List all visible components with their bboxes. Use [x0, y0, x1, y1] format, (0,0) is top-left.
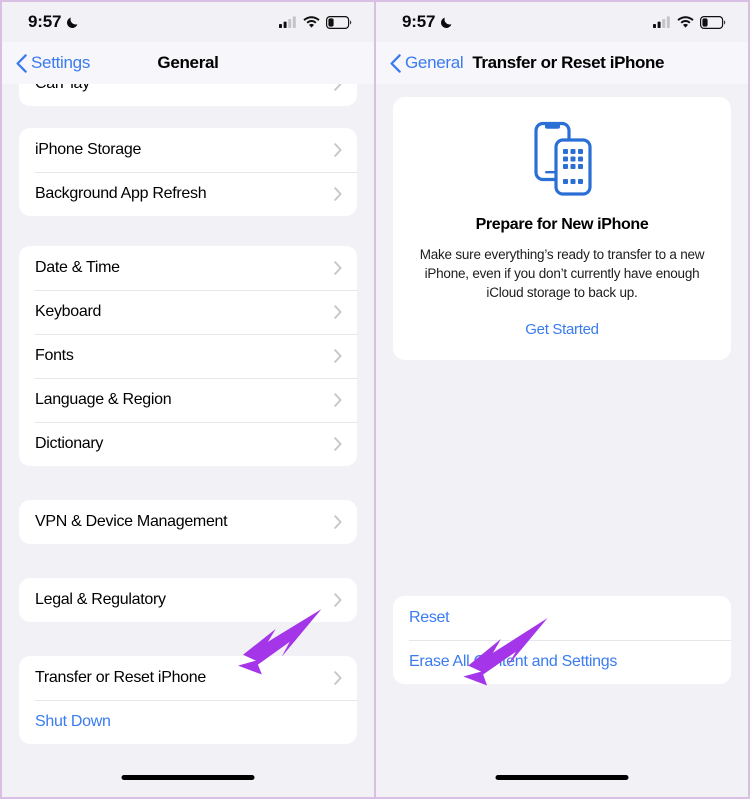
- list-item-label: Fonts: [35, 347, 74, 364]
- chevron-left-icon: [16, 53, 27, 73]
- storage-group: iPhone Storage Background App Refresh: [19, 128, 357, 216]
- list-item-label: Erase All Content and Settings: [409, 653, 618, 670]
- battery-low-icon: [326, 15, 352, 29]
- reset-group: Transfer or Reset iPhone Shut Down: [19, 656, 357, 744]
- chevron-right-icon: [334, 261, 342, 275]
- chevron-right-icon: [334, 593, 342, 607]
- chevron-right-icon: [334, 305, 342, 319]
- list-item-label: Keyboard: [35, 303, 102, 320]
- list-item-label: Language & Region: [35, 391, 172, 408]
- list-item-legal-regulatory[interactable]: Legal & Regulatory: [19, 578, 357, 622]
- list-item-label: VPN & Device Management: [35, 513, 228, 530]
- back-button-label: Settings: [31, 53, 91, 72]
- battery-low-icon: [700, 15, 726, 29]
- list-item-label: Reset: [409, 609, 450, 626]
- chevron-right-icon: [334, 437, 342, 451]
- status-indicators: [279, 15, 352, 29]
- chevron-right-icon: [334, 143, 342, 157]
- vpn-group: VPN & Device Management: [19, 500, 357, 544]
- right-status-bar: 9:57: [376, 2, 748, 42]
- list-item-reset[interactable]: Reset: [393, 596, 731, 640]
- dual-screenshot-container: 9:57 Settings General iPhone Storage Bac…: [0, 0, 750, 799]
- status-time-group: 9:57: [402, 12, 454, 32]
- chevron-right-icon: [334, 671, 342, 685]
- prepare-card-title: Prepare for New iPhone: [475, 216, 649, 233]
- chevron-right-icon: [334, 349, 342, 363]
- list-item-dictionary[interactable]: Dictionary: [19, 422, 357, 466]
- left-status-bar: 9:57: [2, 2, 374, 42]
- right-phone-screen: 9:57 General Transfer or Reset iPhone Pr…: [375, 0, 750, 799]
- wifi-icon: [303, 16, 320, 28]
- list-item-erase-all-content-and-settings[interactable]: Erase All Content and Settings: [393, 640, 731, 684]
- list-item-date-time[interactable]: Date & Time: [19, 246, 357, 290]
- list-item-label: iPhone Storage: [35, 141, 142, 158]
- list-item-language-region[interactable]: Language & Region: [19, 378, 357, 422]
- cellular-signal-icon: [279, 16, 296, 28]
- left-nav-bar: Settings General: [2, 42, 374, 84]
- home-indicator: [121, 775, 255, 780]
- back-button-label: General: [405, 53, 464, 72]
- reset-actions-group: Reset Erase All Content and Settings: [393, 596, 731, 684]
- cellular-signal-icon: [653, 16, 670, 28]
- moon-crescent-icon: [441, 17, 452, 28]
- list-item-transfer-or-reset-iphone[interactable]: Transfer or Reset iPhone: [19, 656, 357, 700]
- back-button-general[interactable]: General: [390, 53, 464, 73]
- list-item-fonts[interactable]: Fonts: [19, 334, 357, 378]
- chevron-right-icon: [334, 187, 342, 201]
- list-item-shut-down[interactable]: Shut Down: [19, 700, 357, 744]
- list-item-label: Legal & Regulatory: [35, 591, 166, 608]
- page-title: Transfer or Reset iPhone: [472, 53, 665, 72]
- list-item-carplay[interactable]: CarPlay: [19, 84, 357, 106]
- list-item-vpn-device-management[interactable]: VPN & Device Management: [19, 500, 357, 544]
- list-item-label: Shut Down: [35, 713, 111, 730]
- chevron-right-icon: [334, 393, 342, 407]
- home-indicator: [495, 775, 629, 780]
- wifi-icon: [677, 16, 694, 28]
- right-nav-bar: General Transfer or Reset iPhone: [376, 42, 748, 84]
- list-item-keyboard[interactable]: Keyboard: [19, 290, 357, 334]
- list-item-label: Dictionary: [35, 435, 104, 452]
- list-item-label: CarPlay: [35, 84, 334, 93]
- list-item-label: Background App Refresh: [35, 185, 207, 202]
- left-phone-screen: 9:57 Settings General iPhone Storage Bac…: [0, 0, 375, 799]
- chevron-right-icon: [334, 84, 342, 91]
- get-started-button[interactable]: Get Started: [413, 321, 711, 338]
- locale-group: Date & Time Keyboard Fonts Language & Re…: [19, 246, 357, 466]
- list-item-label: Transfer or Reset iPhone: [35, 669, 206, 686]
- list-item-label: Date & Time: [35, 259, 120, 276]
- chevron-right-icon: [334, 515, 342, 529]
- chevron-left-icon: [390, 53, 401, 73]
- status-time: 9:57: [402, 12, 436, 31]
- two-iphones-transfer-icon: [534, 121, 592, 196]
- legal-group: Legal & Regulatory: [19, 578, 357, 622]
- status-time: 9:57: [28, 12, 62, 31]
- list-item-iphone-storage[interactable]: iPhone Storage: [19, 128, 357, 172]
- status-indicators: [653, 15, 726, 29]
- right-settings-scroll-list[interactable]: Prepare for New iPhone Make sure everyth…: [376, 84, 748, 797]
- back-button-settings[interactable]: Settings: [16, 53, 90, 73]
- prepare-card-description: Make sure everything’s ready to transfer…: [419, 247, 705, 300]
- status-time-group: 9:57: [28, 12, 80, 32]
- list-item-background-app-refresh[interactable]: Background App Refresh: [19, 172, 357, 216]
- moon-crescent-icon: [67, 17, 78, 28]
- left-settings-scroll-list[interactable]: CarPlay iPhone Storage Background App Re…: [2, 84, 374, 797]
- carplay-group: CarPlay: [19, 84, 357, 106]
- prepare-for-new-iphone-card: Prepare for New iPhone Make sure everyth…: [393, 97, 731, 360]
